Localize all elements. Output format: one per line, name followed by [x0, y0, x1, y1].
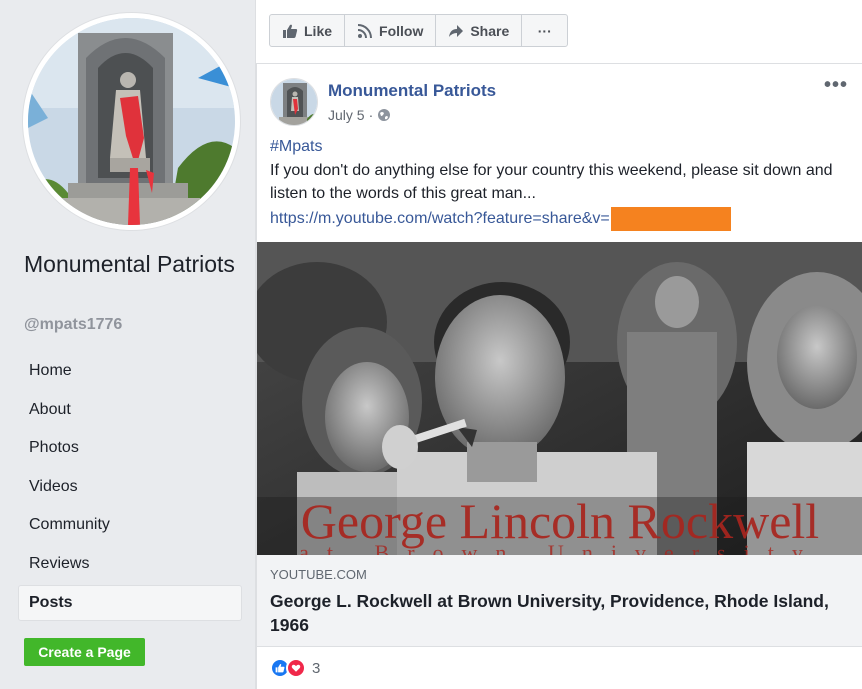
nav-item-reviews[interactable]: Reviews [18, 545, 242, 584]
like-label: Like [304, 22, 333, 39]
follow-label: Follow [379, 22, 424, 39]
link-preview-caption[interactable]: YOUTUBE.COM George L. Rockwell at Brown … [257, 555, 862, 647]
share-label: Share [470, 22, 510, 39]
left-sidebar: Monumental Patriots @mpats1776 Home Abou… [0, 0, 255, 689]
statue-photo [28, 18, 235, 225]
link-domain: YOUTUBE.COM [270, 567, 367, 582]
globe-icon[interactable] [377, 108, 391, 122]
avatar-statue-image [271, 79, 317, 125]
page-name[interactable]: Monumental Patriots [24, 248, 244, 281]
like-page-button[interactable]: Like [269, 14, 346, 47]
profile-picture[interactable] [23, 13, 240, 230]
author-avatar[interactable] [270, 78, 318, 126]
rss-icon [357, 23, 373, 38]
reactions-summary[interactable]: 3 [270, 658, 320, 678]
post-text: If you don't do anything else for your c… [270, 162, 833, 202]
love-reaction-icon [286, 658, 306, 678]
post-link[interactable]: https://m.youtube.com/watch?feature=shar… [270, 207, 731, 231]
post-hashtag[interactable]: #Mpats [270, 138, 322, 156]
meta-separator: · [368, 107, 374, 123]
link-preview-image[interactable]: George Lincoln Rockwell at Brown Univers… [257, 242, 862, 555]
thumbs-up-icon [283, 24, 298, 38]
page-nav: Home About Photos Videos Community Revie… [18, 352, 242, 621]
preview-overlay-subtitle: at Brown University [299, 540, 821, 555]
post-link-url[interactable]: https://m.youtube.com/watch?feature=shar… [270, 210, 610, 228]
link-title[interactable]: George L. Rockwell at Brown University, … [270, 589, 840, 637]
page-handle[interactable]: @mpats1776 [24, 316, 122, 334]
page-action-bar: Like Follow Share ··· [269, 14, 569, 47]
post-options-button[interactable]: ••• [824, 74, 848, 97]
reaction-count: 3 [312, 659, 321, 677]
nav-item-community[interactable]: Community [18, 506, 242, 545]
post-author[interactable]: Monumental Patriots [328, 81, 496, 101]
redaction-box [610, 207, 731, 231]
create-page-button[interactable]: Create a Page [24, 638, 145, 666]
nav-item-posts[interactable]: Posts [18, 585, 242, 621]
nav-item-photos[interactable]: Photos [18, 429, 242, 468]
video-thumbnail: George Lincoln Rockwell at Brown Univers… [257, 242, 862, 555]
share-button[interactable]: Share [435, 14, 523, 47]
nav-item-about[interactable]: About [18, 391, 242, 430]
nav-item-home[interactable]: Home [18, 352, 242, 391]
more-actions-button[interactable]: ··· [521, 14, 569, 47]
main-column: Like Follow Share ··· Monumental Patriot… [255, 0, 862, 689]
nav-item-videos[interactable]: Videos [18, 468, 242, 507]
follow-button[interactable]: Follow [344, 14, 437, 47]
share-arrow-icon [449, 24, 464, 37]
post-card: Monumental Patriots July 5 · ••• #Mpats … [256, 63, 862, 689]
post-date[interactable]: July 5 [328, 107, 365, 123]
post-meta: July 5 · [328, 107, 391, 123]
